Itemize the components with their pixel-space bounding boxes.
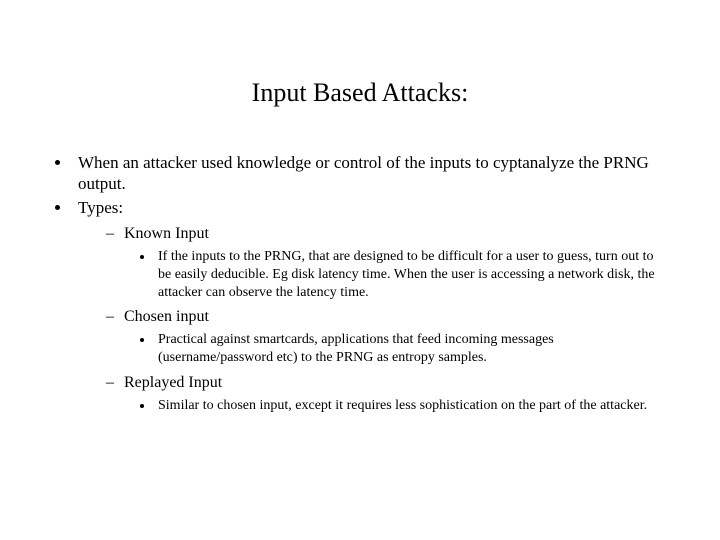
type-replayed-heading: Replayed Input [124,374,222,391]
type-chosen-detail-text: Practical against smartcards, applicatio… [158,332,554,365]
intro-bullet: When an attacker used knowledge or contr… [72,152,670,195]
type-chosen-heading: Chosen input [124,308,209,325]
type-known-detail-text: If the inputs to the PRNG, that are desi… [158,249,655,300]
type-chosen-detail: Practical against smartcards, applicatio… [154,331,670,367]
types-bullet: Types: Known Input If the inputs to the … [72,197,670,416]
type-replayed-detail-text: Similar to chosen input, except it requi… [158,398,647,413]
type-known-detail: If the inputs to the PRNG, that are desi… [154,248,670,302]
intro-text: When an attacker used knowledge or contr… [78,153,649,193]
bullet-list: When an attacker used knowledge or contr… [50,152,670,415]
type-replayed: Replayed Input Similar to chosen input, … [106,373,670,415]
type-known-heading: Known Input [124,225,209,242]
type-known: Known Input If the inputs to the PRNG, t… [106,224,670,302]
type-chosen-details: Practical against smartcards, applicatio… [124,331,670,367]
type-replayed-details: Similar to chosen input, except it requi… [124,397,670,415]
slide: Input Based Attacks: When an attacker us… [0,0,720,540]
types-list: Known Input If the inputs to the PRNG, t… [78,224,670,415]
type-known-details: If the inputs to the PRNG, that are desi… [124,248,670,302]
slide-title: Input Based Attacks: [50,0,670,152]
type-chosen: Chosen input Practical against smartcard… [106,307,670,367]
type-replayed-detail: Similar to chosen input, except it requi… [154,397,670,415]
types-label: Types: [78,198,123,217]
